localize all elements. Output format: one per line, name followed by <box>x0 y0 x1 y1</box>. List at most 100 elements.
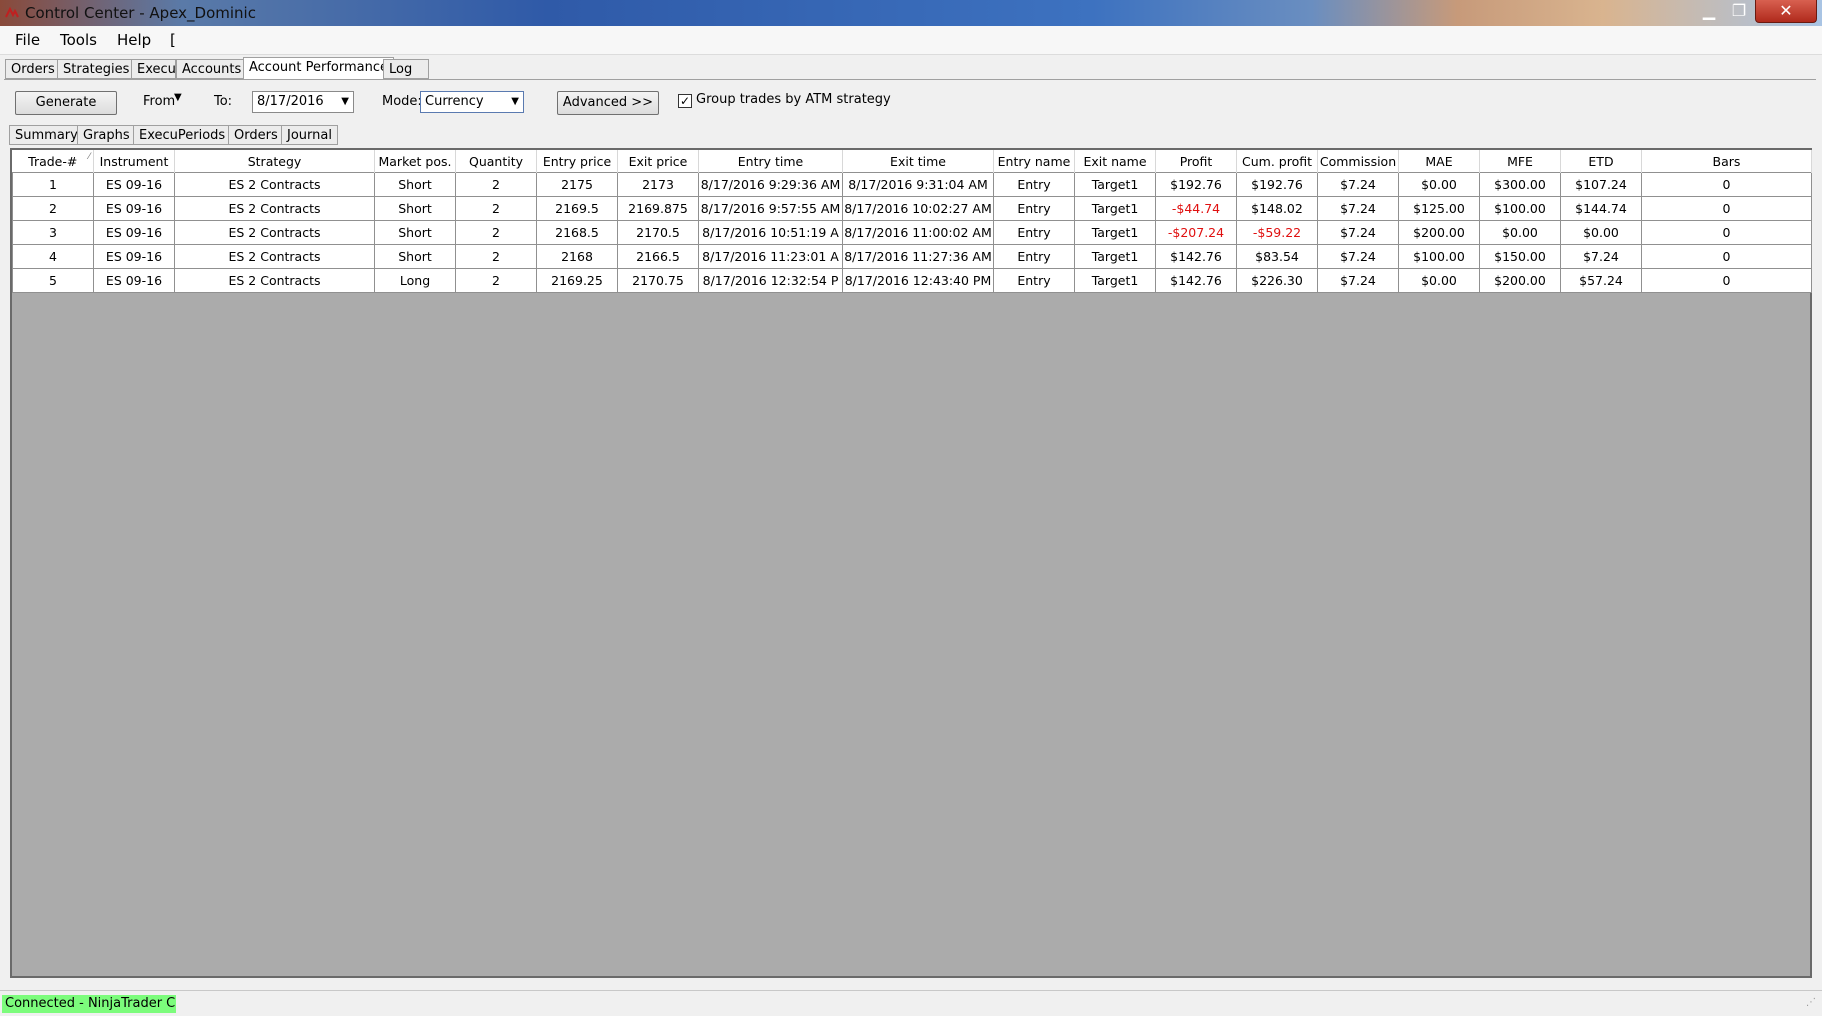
table-cell: -$59.22 <box>1236 220 1318 245</box>
table-cell: ES 2 Contracts <box>174 172 375 197</box>
menu-bracket[interactable]: [ <box>170 31 176 49</box>
minimize-button[interactable]: ▁ <box>1695 0 1723 22</box>
table-cell: $0.00 <box>1479 220 1561 245</box>
table-row[interactable]: 1 ES 09-16 ES 2 Contracts Short 2 2175 2173 8/1… <box>12 172 1812 197</box>
table-cell: 2 <box>455 244 537 269</box>
mode-select[interactable]: Currency ▼ <box>420 91 524 113</box>
close-button[interactable]: ✕ <box>1755 0 1817 23</box>
table-cell: $150.00 <box>1479 244 1561 269</box>
tab-graphs[interactable]: Graphs <box>77 125 136 145</box>
mode-value: Currency <box>425 94 484 109</box>
column-header[interactable]: Entry time <box>698 150 843 173</box>
table-cell: 2173 <box>617 172 699 197</box>
column-header[interactable]: Market pos. <box>374 150 456 173</box>
table-cell: $148.02 <box>1236 196 1318 221</box>
table-cell: 2166.5 <box>617 244 699 269</box>
table-cell: 4 <box>12 244 94 269</box>
menu-tools[interactable]: Tools <box>60 31 97 49</box>
table-cell: ES 2 Contracts <box>174 268 375 293</box>
to-date-value: 8/17/2016 <box>257 94 324 109</box>
app-icon <box>5 6 19 18</box>
table-cell: Target1 <box>1074 220 1156 245</box>
table-cell: $7.24 <box>1317 172 1399 197</box>
tab-execuperiods[interactable]: ExecuPeriods <box>133 125 232 145</box>
table-cell: 2168 <box>536 244 618 269</box>
table-cell: 2170.75 <box>617 268 699 293</box>
column-header[interactable]: Exit time <box>842 150 994 173</box>
column-header[interactable]: Quantity <box>455 150 537 173</box>
from-dropdown-arrow[interactable]: ▼ <box>174 92 182 103</box>
tab-executions[interactable]: Execu <box>131 59 176 79</box>
table-cell: 0 <box>1641 172 1812 197</box>
tab-orders-sub[interactable]: Orders <box>228 125 284 145</box>
menu-file[interactable]: File <box>15 31 40 49</box>
chevron-down-icon: ▼ <box>511 96 519 107</box>
maximize-button[interactable]: ❐ <box>1725 0 1753 22</box>
trades-table: Trade-# ⁄ Instrument Strategy Market pos. Qua… <box>12 150 1812 293</box>
table-cell: 2 <box>455 172 537 197</box>
column-header[interactable]: Commission <box>1317 150 1399 173</box>
table-cell: Short <box>374 244 456 269</box>
table-cell: 2 <box>455 268 537 293</box>
table-cell: ES 09-16 <box>93 244 175 269</box>
table-cell: Target1 <box>1074 244 1156 269</box>
table-cell: $7.24 <box>1317 268 1399 293</box>
column-header[interactable]: ETD <box>1560 150 1642 173</box>
resize-grip-icon[interactable]: ⋰ <box>1806 997 1816 1008</box>
tab-underline <box>4 79 1816 80</box>
tab-journal[interactable]: Journal <box>281 125 338 145</box>
table-cell: $142.76 <box>1155 268 1237 293</box>
table-cell: $142.76 <box>1155 244 1237 269</box>
column-header[interactable]: Instrument <box>93 150 175 173</box>
column-header[interactable]: Strategy <box>174 150 375 173</box>
column-header[interactable]: MAE <box>1398 150 1480 173</box>
table-cell: -$44.74 <box>1155 196 1237 221</box>
tab-accounts[interactable]: Accounts <box>176 59 248 79</box>
tab-account-performance[interactable]: Account Performance <box>243 57 395 80</box>
column-header[interactable]: Profit <box>1155 150 1237 173</box>
column-header[interactable]: Bars <box>1641 150 1812 173</box>
connection-status: Connected - NinjaTrader C <box>2 995 176 1013</box>
table-cell: Long <box>374 268 456 293</box>
table-row[interactable]: 4 ES 09-16 ES 2 Contracts Short 2 2168 2166.5 8… <box>12 244 1812 269</box>
to-label: To: <box>214 94 233 109</box>
table-row[interactable]: 5 ES 09-16 ES 2 Contracts Long 2 2169.25 2170.… <box>12 268 1812 293</box>
table-cell: 0 <box>1641 244 1812 269</box>
column-header[interactable]: Trade-# ⁄ <box>12 150 94 173</box>
to-date-picker[interactable]: 8/17/2016 ▼ <box>252 91 354 113</box>
table-cell: 2175 <box>536 172 618 197</box>
table-cell: 3 <box>12 220 94 245</box>
column-header[interactable]: Exit name <box>1074 150 1156 173</box>
table-cell: ES 2 Contracts <box>174 244 375 269</box>
column-header[interactable]: MFE <box>1479 150 1561 173</box>
tab-orders[interactable]: Orders <box>5 59 61 79</box>
table-cell: 8/17/2016 12:43:40 PM <box>842 268 994 293</box>
table-cell: $7.24 <box>1317 196 1399 221</box>
tab-summary[interactable]: Summary <box>9 125 84 145</box>
table-cell: 2169.25 <box>536 268 618 293</box>
column-header[interactable]: Entry name <box>993 150 1075 173</box>
group-trades-checkbox[interactable]: ✓ <box>678 94 692 108</box>
generate-button[interactable]: Generate <box>15 91 117 115</box>
table-cell: $7.24 <box>1560 244 1642 269</box>
advanced-button[interactable]: Advanced >> <box>557 91 659 115</box>
menu-help[interactable]: Help <box>117 31 151 49</box>
table-cell: 8/17/2016 11:00:02 AM <box>842 220 994 245</box>
table-row[interactable]: 3 ES 09-16 ES 2 Contracts Short 2 2168.5 2170.… <box>12 220 1812 245</box>
table-cell: 8/17/2016 12:32:54 P <box>698 268 843 293</box>
sort-icon: ⁄ <box>88 152 90 162</box>
table-cell: 0 <box>1641 268 1812 293</box>
table-row[interactable]: 2 ES 09-16 ES 2 Contracts Short 2 2169.5 2169.… <box>12 196 1812 221</box>
column-header[interactable]: Exit price <box>617 150 699 173</box>
table-cell: $144.74 <box>1560 196 1642 221</box>
table-cell: Short <box>374 196 456 221</box>
table-cell: 8/17/2016 10:51:19 A <box>698 220 843 245</box>
column-header[interactable]: Entry price <box>536 150 618 173</box>
column-header[interactable]: Cum. profit <box>1236 150 1318 173</box>
tab-log[interactable]: Log <box>383 59 429 79</box>
table-cell: $0.00 <box>1398 172 1480 197</box>
table-cell: 0 <box>1641 196 1812 221</box>
tab-strategies[interactable]: Strategies <box>57 59 136 79</box>
table-cell: $7.24 <box>1317 244 1399 269</box>
table-cell: $200.00 <box>1479 268 1561 293</box>
